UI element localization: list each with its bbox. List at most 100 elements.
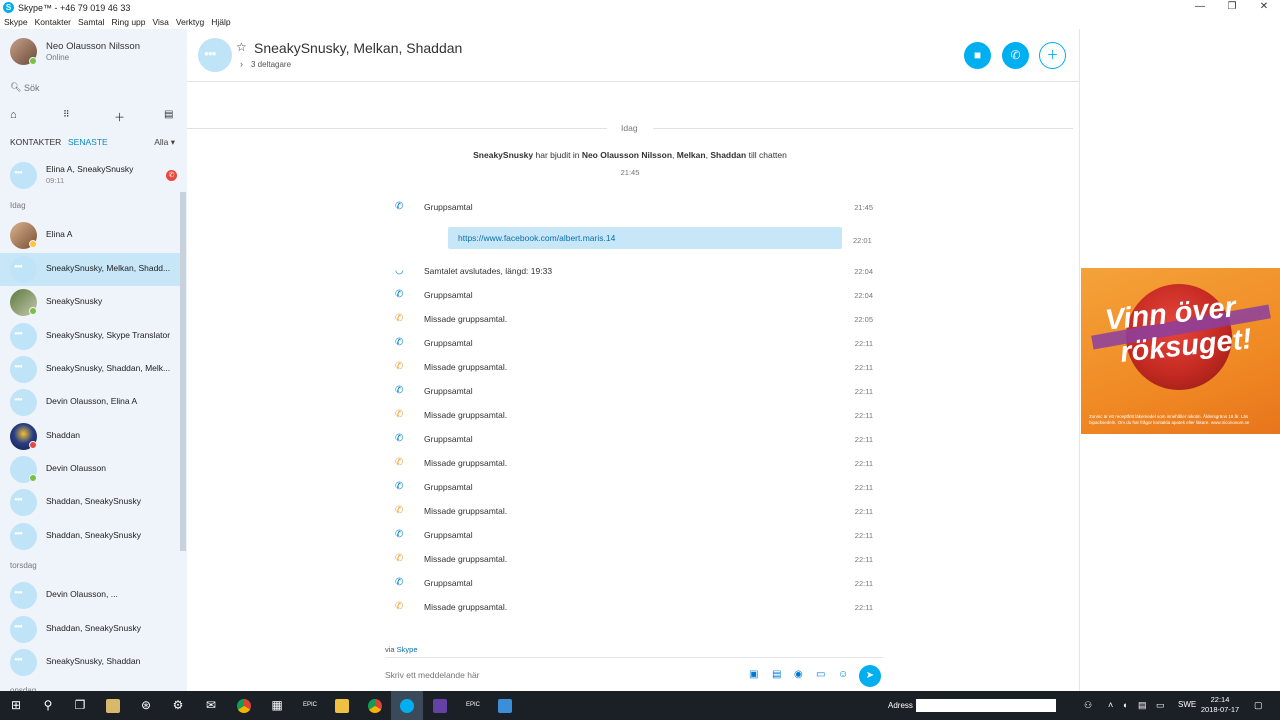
contact-name: Devin Olausson, ...: [46, 589, 118, 599]
maximize-button[interactable]: ❐: [1216, 0, 1248, 15]
minimize-button[interactable]: —: [1184, 0, 1216, 15]
list-item[interactable]: Shaddan, SneakySnusky: [0, 486, 180, 519]
windows-start-icon[interactable]: ⊞: [0, 691, 32, 720]
dialpad-icon[interactable]: ⠿: [63, 109, 70, 120]
clock[interactable]: 22:14 2018-07-17: [1200, 695, 1240, 715]
message-time: 22:11: [854, 387, 873, 396]
group-avatar[interactable]: [198, 38, 232, 72]
group-avatar: [10, 356, 37, 383]
via-skype-link[interactable]: Skype: [397, 645, 418, 654]
task-view-icon[interactable]: ❐: [64, 691, 96, 720]
menu-samtal[interactable]: Samtal: [78, 17, 104, 27]
list-item[interactable]: Devin Olausson: [0, 453, 180, 486]
menu-skype[interactable]: Skype: [4, 17, 28, 27]
list-item[interactable]: SneakySnusky, Shaddan: [0, 646, 180, 679]
contact-name: Elina A, SneakySnusky: [46, 164, 134, 174]
message-time: 22:11: [854, 459, 873, 468]
notifications-icon[interactable]: ▢: [1254, 700, 1263, 711]
file-icon[interactable]: ▤: [772, 669, 781, 680]
search-icon[interactable]: ⚲: [32, 691, 64, 720]
contact-name: SneakySnusky, Melkan, Shadd...: [46, 263, 171, 273]
list-item[interactable]: Devin Olausson, ...: [0, 579, 180, 612]
add-participant-button[interactable]: ＋: [1039, 42, 1066, 69]
tab-senaste[interactable]: SENASTE: [68, 137, 108, 147]
advertisement[interactable]: Vinn över röksuget! Zonnic är ett recept…: [1081, 268, 1280, 434]
message-time: 22:05: [854, 315, 873, 324]
chrome-icon[interactable]: [228, 691, 260, 720]
list-item[interactable]: SneakySnusky, Skype Translator: [0, 320, 180, 353]
menu-hjalp[interactable]: Hjälp: [211, 17, 230, 27]
window-controls: — ❐ ✕: [1184, 0, 1280, 15]
menu-ring-upp[interactable]: Ring upp: [111, 17, 145, 27]
store-icon[interactable]: ▦: [261, 691, 293, 720]
twitch-icon[interactable]: [424, 691, 456, 720]
new-chat-icon[interactable]: ▤: [164, 109, 173, 120]
menu-verktyg[interactable]: Verktyg: [176, 17, 204, 27]
online-status-icon: [29, 307, 37, 315]
epic-games-icon[interactable]: EPIC: [294, 691, 326, 720]
message-text: Missade gruppsamtal.: [424, 410, 508, 420]
list-item[interactable]: Shaddan, SneakySnusky: [0, 613, 180, 646]
network-icon[interactable]: ▤: [1138, 700, 1147, 711]
keyboard-icon[interactable]: ▭: [1156, 700, 1165, 711]
steam-icon[interactable]: ⚙: [162, 691, 194, 720]
sidebar-scrollbar[interactable]: [180, 192, 186, 551]
chevron-up-icon[interactable]: ˄: [1108, 700, 1113, 710]
skype-icon[interactable]: [391, 691, 423, 720]
list-item[interactable]: Elina A, SneakySnusky 09:11 ✆: [0, 159, 180, 192]
language-indicator[interactable]: SWE: [1178, 700, 1196, 709]
message-row: ✆ Missade gruppsamtal. 22:11: [385, 407, 875, 423]
video-message-icon[interactable]: ◉: [794, 669, 803, 680]
address-input[interactable]: [916, 699, 1056, 712]
image-icon[interactable]: ▣: [749, 669, 758, 680]
call-icon: ✆: [395, 201, 404, 212]
tab-kontakter[interactable]: KONTAKTER: [10, 137, 61, 147]
message-input[interactable]: [385, 667, 685, 683]
emoji-icon[interactable]: ☺: [838, 669, 848, 680]
menu-kontakter[interactable]: Kontakter: [35, 17, 71, 27]
list-item[interactable]: SneakySnusky: [0, 286, 180, 319]
list-item[interactable]: Shaddan, SneakySnusky: [0, 520, 180, 553]
list-item[interactable]: SneakySnusky, Shaddan, Melk...: [0, 353, 180, 386]
volume-icon[interactable]: ◖: [1122, 700, 1127, 710]
list-item[interactable]: SneakySnusky, Melkan, Shadd...: [0, 253, 180, 286]
phone-icon: ✆: [1010, 48, 1021, 62]
app-icon[interactable]: ⊛: [130, 691, 162, 720]
contact-card-icon[interactable]: ▭: [816, 669, 825, 680]
search-input[interactable]: [24, 80, 174, 96]
blocked-status-icon: [29, 441, 37, 449]
profile-status: Online: [46, 53, 70, 62]
list-item[interactable]: Shaddan: [0, 420, 180, 453]
clock-time: 22:14: [1210, 695, 1230, 704]
message-row: ✆ Gruppsamtal 22:11: [385, 383, 875, 399]
list-item[interactable]: Devin Olausson, Elina A: [0, 386, 180, 419]
file-explorer-icon[interactable]: [326, 691, 358, 720]
epic-games-icon[interactable]: EPIC: [457, 691, 489, 720]
audio-call-button[interactable]: ✆: [1002, 42, 1029, 69]
contact-name: Devin Olausson: [46, 463, 107, 473]
menu-visa[interactable]: Visa: [153, 17, 169, 27]
profile-panel[interactable]: Neo Olausson Nilsson Online: [0, 29, 187, 77]
close-button[interactable]: ✕: [1248, 0, 1280, 15]
sidebar: Neo Olausson Nilsson Online 🔍︎ ⌂ ⠿ ＋ ▤ K…: [0, 29, 187, 691]
invite-text: till chatten: [746, 150, 787, 160]
message-row: ✆ Missade gruppsamtal. 22:11: [385, 503, 875, 519]
filter-dropdown[interactable]: Alla ▾: [154, 137, 175, 148]
send-button[interactable]: ➤: [859, 665, 881, 687]
chrome-icon[interactable]: [359, 691, 391, 720]
group-avatar: [10, 489, 37, 516]
send-icon: ➤: [865, 670, 875, 681]
add-icon[interactable]: ＋: [114, 109, 125, 125]
star-icon[interactable]: ☆: [236, 40, 247, 54]
contact-name: SneakySnusky, Shaddan, Melk...: [46, 363, 171, 373]
mail-icon[interactable]: ✉: [195, 691, 227, 720]
facebook-icon[interactable]: [489, 691, 521, 720]
app-icon[interactable]: [97, 691, 129, 720]
call-icon: ✆: [395, 433, 404, 444]
people-icon[interactable]: ⚇: [1084, 700, 1092, 711]
list-item[interactable]: Elina A: [0, 219, 180, 252]
participants-toggle[interactable]: › 3 deltagare: [240, 59, 291, 69]
video-call-button[interactable]: ■: [964, 42, 991, 69]
home-icon[interactable]: ⌂: [10, 109, 17, 121]
message-link[interactable]: https://www.facebook.com/albert.maris.14: [458, 233, 615, 243]
